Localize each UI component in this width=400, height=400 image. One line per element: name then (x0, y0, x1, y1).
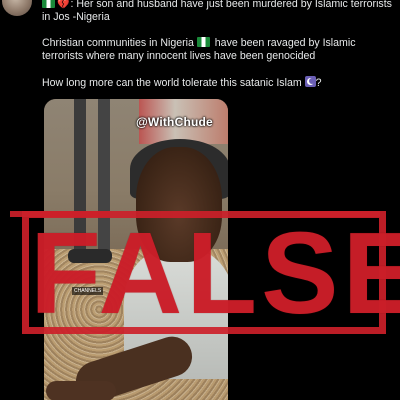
post-paragraph-1: 💔: Her son and husband have just been mu… (42, 0, 392, 24)
video-hand (46, 381, 116, 400)
video-watermark: @WithChude (136, 115, 213, 129)
post-line-2-before: Christian communities in Nigeria (42, 37, 197, 49)
nigeria-flag-icon (42, 0, 55, 8)
post-paragraph-3: How long more can the world tolerate thi… (42, 76, 392, 90)
post-text: 💔: Her son and husband have just been mu… (42, 0, 392, 103)
false-stamp-label: FALSE (30, 208, 400, 338)
post-paragraph-2: Christian communities in Nigeria have be… (42, 37, 392, 63)
question-mark: ? (315, 77, 322, 89)
post-line-1: : Her son and husband have just been mur… (42, 0, 392, 23)
post-line-3: How long more can the world tolerate thi… (42, 77, 305, 89)
star-and-crescent-icon (304, 76, 316, 87)
avatar[interactable] (2, 0, 32, 16)
broken-heart-icon: 💔 (57, 0, 70, 10)
screenshot-page: 💔: Her son and husband have just been mu… (0, 0, 400, 400)
nigeria-flag-icon (196, 37, 210, 47)
